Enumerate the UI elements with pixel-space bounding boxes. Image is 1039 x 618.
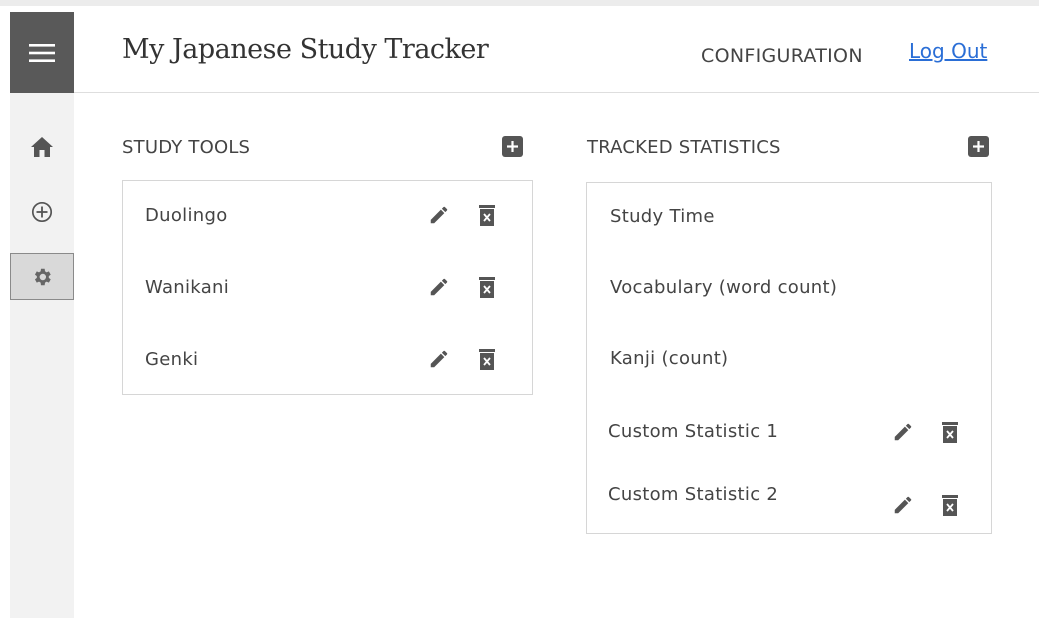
study-tool-label: Duolingo — [145, 205, 228, 226]
delete-button[interactable] — [938, 493, 962, 517]
configuration-label[interactable]: CONFIGURATION — [701, 45, 863, 67]
statistic-label: Kanji (count) — [610, 348, 729, 369]
delete-button[interactable] — [938, 420, 962, 444]
study-tool-label: Genki — [145, 349, 199, 370]
delete-button[interactable] — [475, 203, 499, 227]
tracked-statistics-title: TRACKED STATISTICS — [587, 137, 781, 158]
home-icon — [31, 137, 53, 157]
delete-button[interactable] — [475, 275, 499, 299]
pencil-icon — [894, 496, 912, 514]
sidebar-item-home[interactable] — [10, 127, 74, 167]
pencil-icon — [430, 350, 448, 368]
trash-icon — [942, 422, 958, 443]
delete-button[interactable] — [475, 347, 499, 371]
menu-button[interactable] — [10, 12, 74, 93]
pencil-icon — [430, 206, 448, 224]
statistic-label: Custom Statistic 1 — [608, 421, 779, 442]
edit-button[interactable] — [891, 420, 915, 444]
study-tools-panel: Duolingo Wanikani Genki — [122, 180, 533, 395]
edit-button[interactable] — [891, 493, 915, 517]
add-statistic-button[interactable] — [968, 136, 989, 157]
trash-icon — [479, 349, 495, 370]
add-study-tool-button[interactable] — [502, 136, 523, 157]
trash-icon — [479, 277, 495, 298]
statistic-label: Custom Statistic 2 — [608, 484, 779, 505]
statistic-label: Vocabulary (word count) — [610, 277, 838, 298]
gear-icon — [34, 268, 51, 285]
tracked-statistics-panel: Study Time Vocabulary (word count) Kanji… — [586, 182, 992, 534]
hamburger-icon — [29, 43, 55, 62]
trash-icon — [942, 495, 958, 516]
logout-link[interactable]: Log Out — [909, 39, 987, 63]
study-tool-label: Wanikani — [145, 277, 230, 298]
plus-icon — [973, 141, 984, 152]
pencil-icon — [430, 278, 448, 296]
page-title: My Japanese Study Tracker — [122, 34, 489, 65]
sidebar-item-add[interactable] — [10, 192, 74, 232]
header-divider — [74, 92, 1039, 93]
trash-icon — [479, 205, 495, 226]
sidebar-item-configuration[interactable] — [10, 253, 74, 300]
study-tools-title: STUDY TOOLS — [122, 137, 251, 158]
statistic-label: Study Time — [610, 206, 715, 227]
edit-button[interactable] — [427, 347, 451, 371]
plus-icon — [507, 141, 518, 152]
add-circle-icon — [31, 201, 53, 223]
edit-button[interactable] — [427, 275, 451, 299]
pencil-icon — [894, 423, 912, 441]
sidebar — [10, 12, 74, 618]
top-border — [0, 0, 1039, 6]
edit-button[interactable] — [427, 203, 451, 227]
